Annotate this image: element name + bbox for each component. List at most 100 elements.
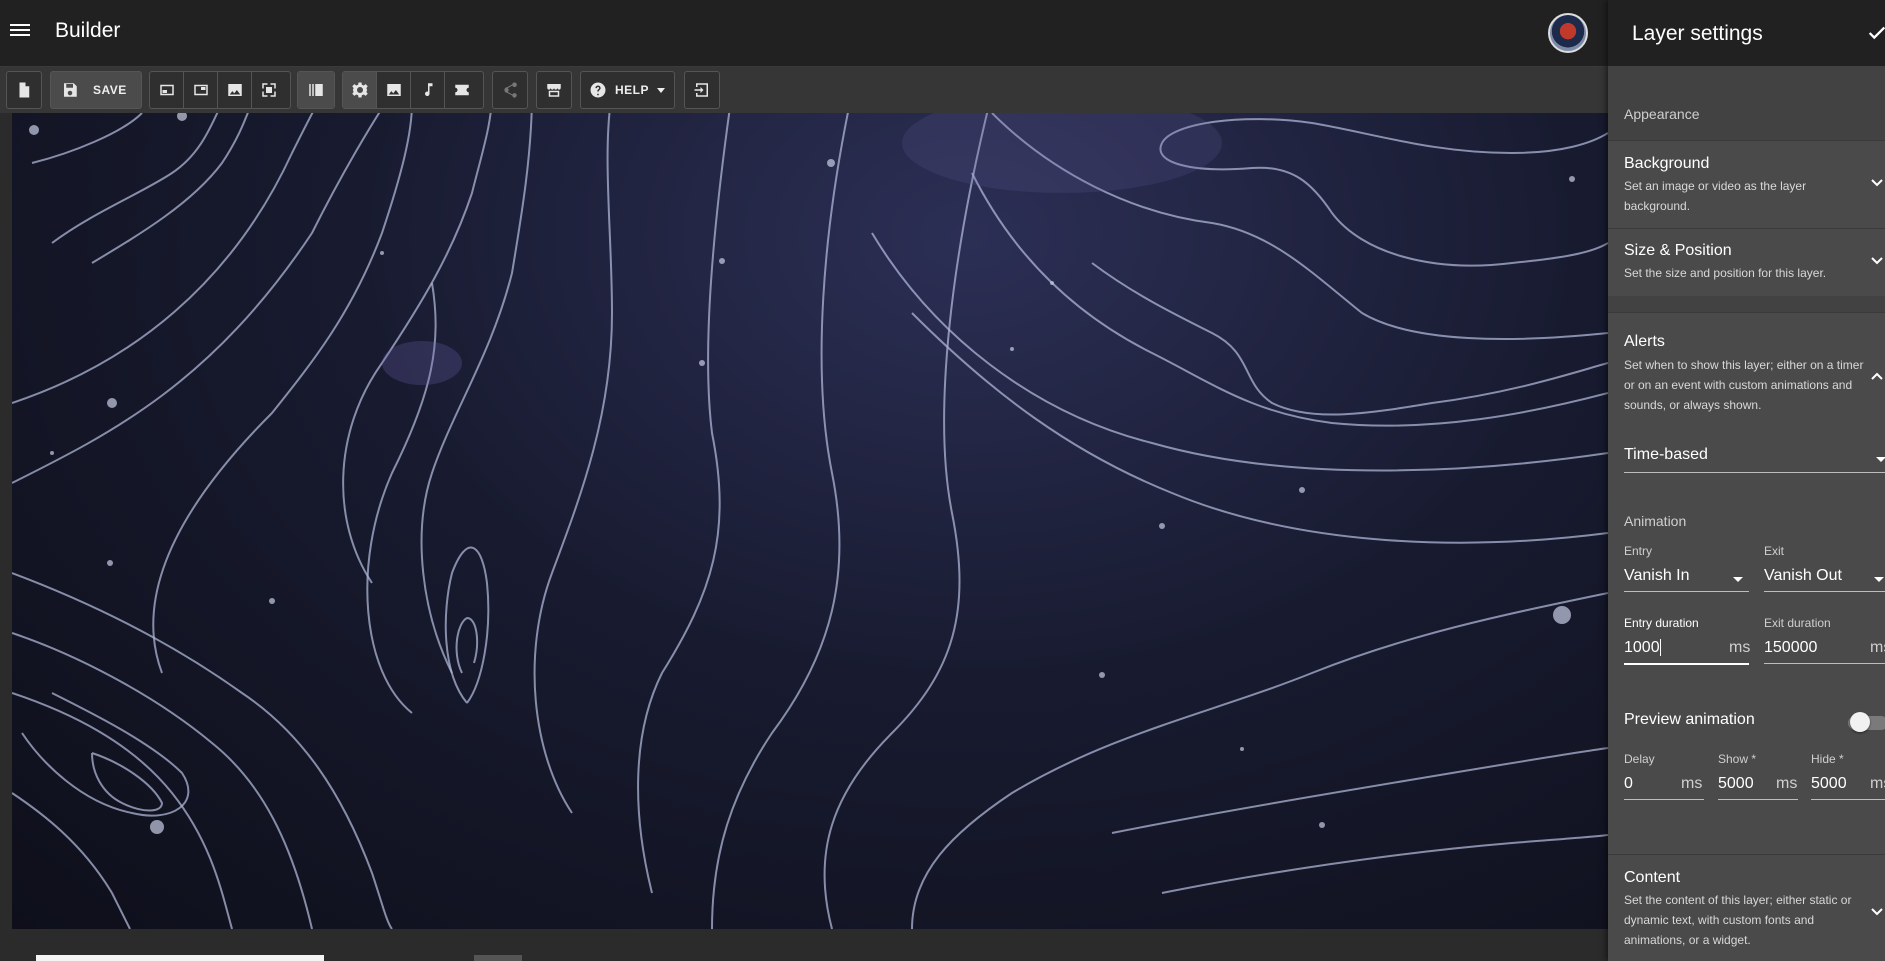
new-file-group	[6, 71, 42, 109]
image-button[interactable]	[218, 72, 252, 108]
size-position-desc: Set the size and position for this layer…	[1624, 266, 1827, 280]
share-group	[492, 71, 528, 109]
entry-duration-label: Entry duration	[1624, 616, 1699, 630]
exit-icon	[694, 83, 708, 97]
hide-input[interactable]: 5000	[1811, 775, 1847, 793]
help-button[interactable]: HELP	[580, 71, 675, 109]
store-group	[536, 71, 572, 109]
library-button[interactable]	[298, 72, 334, 108]
alerts-title: Alerts	[1624, 333, 1665, 350]
layout-button-1[interactable]	[150, 72, 184, 108]
entry-duration-input[interactable]: 1000	[1624, 639, 1661, 657]
entry-label: Entry	[1624, 544, 1653, 558]
alert-mode-select[interactable]: Time-based	[1624, 446, 1708, 464]
settings-icon	[351, 82, 368, 98]
new-file-icon	[19, 82, 30, 98]
layout-button-2[interactable]	[184, 72, 218, 108]
preview-animation-label: Preview animation	[1624, 711, 1755, 728]
entry-underline	[1624, 591, 1749, 592]
exit-group	[684, 71, 720, 109]
entry-select[interactable]: Vanish In	[1624, 567, 1690, 585]
image-icon	[227, 84, 242, 96]
background-section[interactable]: Background Set an image or video as the …	[1608, 140, 1885, 228]
exit-duration-unit: ms	[1870, 639, 1885, 656]
chevron-up-icon[interactable]	[1870, 369, 1884, 383]
check-icon[interactable]	[1866, 22, 1885, 44]
library-icon	[309, 84, 323, 96]
text-cursor	[1659, 639, 1661, 657]
caret-down-icon	[1874, 577, 1884, 582]
exit-select[interactable]: Vanish Out	[1764, 567, 1842, 585]
show-unit: ms	[1776, 775, 1798, 792]
share-button[interactable]	[493, 72, 527, 108]
delay-input[interactable]: 0	[1624, 775, 1633, 793]
content-section[interactable]: Content Set the content of this layer; e…	[1608, 854, 1885, 961]
delay-label: Delay	[1624, 752, 1655, 766]
top-app-bar: Builder	[0, 0, 1608, 67]
save-icon	[64, 83, 77, 97]
size-position-section[interactable]: Size & Position Set the size and positio…	[1608, 228, 1885, 296]
alerts-desc: Set when to show this layer; either on a…	[1624, 358, 1864, 412]
background-desc: Set an image or video as the layer backg…	[1624, 179, 1807, 213]
effects-button[interactable]	[445, 72, 479, 108]
fullscreen-button[interactable]	[252, 72, 286, 108]
music-icon	[424, 83, 432, 97]
tools-group	[342, 71, 484, 109]
music-button[interactable]	[411, 72, 445, 108]
layer-settings-panel: Layer settings Appearance Background Set…	[1608, 0, 1885, 961]
caret-down-icon	[657, 87, 666, 93]
new-file-button[interactable]	[7, 72, 41, 108]
exit-duration-input[interactable]: 150000	[1764, 639, 1817, 657]
entry-duration-unit: ms	[1729, 639, 1751, 656]
content-desc: Set the content of this layer; either st…	[1624, 893, 1852, 947]
save-label: SAVE	[93, 83, 127, 97]
store-button[interactable]	[537, 72, 571, 108]
chevron-down-icon[interactable]	[1870, 254, 1884, 268]
user-avatar[interactable]	[1548, 13, 1588, 53]
alerts-section: Alerts Set when to show this layer; eith…	[1608, 312, 1885, 912]
entry-duration-underline	[1624, 663, 1749, 665]
layout-icon	[159, 84, 174, 96]
show-label: Show *	[1718, 752, 1757, 766]
topographic-background-image	[12, 113, 1608, 929]
fullscreen-icon	[262, 83, 276, 97]
hide-label: Hide *	[1811, 752, 1844, 766]
hide-underline	[1811, 799, 1885, 800]
appearance-label: Appearance	[1624, 106, 1700, 122]
menu-icon[interactable]	[10, 21, 30, 41]
caret-down-icon	[1876, 457, 1885, 462]
animation-label: Animation	[1624, 513, 1687, 529]
save-button[interactable]: SAVE	[50, 71, 142, 109]
chevron-down-icon[interactable]	[1870, 176, 1884, 190]
background-title: Background	[1624, 155, 1710, 172]
preview-toggle[interactable]	[1850, 712, 1870, 732]
help-label: HELP	[615, 83, 650, 97]
media-button[interactable]	[377, 72, 411, 108]
entry-duration-value: 1000	[1624, 639, 1660, 656]
panel-header: Layer settings	[1608, 0, 1885, 66]
hide-unit: ms	[1870, 775, 1885, 792]
star-icon	[455, 84, 469, 96]
exit-duration-label: Exit duration	[1764, 616, 1831, 630]
content-title: Content	[1624, 869, 1681, 886]
layout-icon	[193, 84, 208, 96]
scrollbar[interactable]	[474, 955, 522, 961]
app-title: Builder	[55, 19, 121, 42]
layer-canvas[interactable]	[12, 113, 1608, 929]
delay-unit: ms	[1681, 775, 1703, 792]
library-group	[297, 71, 335, 109]
size-position-title: Size & Position	[1624, 242, 1732, 259]
layer-thumbnail[interactable]	[36, 955, 324, 961]
panel-title: Layer settings	[1632, 22, 1763, 45]
alert-mode-underline	[1624, 472, 1885, 473]
editor-toolbar: SAVE HELP	[0, 67, 1608, 113]
image-icon	[386, 84, 401, 96]
exit-duration-underline	[1764, 663, 1885, 664]
delay-underline	[1624, 799, 1704, 800]
chevron-down-icon[interactable]	[1870, 905, 1884, 919]
panel-body: Appearance Background Set an image or vi…	[1608, 66, 1885, 961]
store-icon	[547, 84, 561, 97]
show-input[interactable]: 5000	[1718, 775, 1754, 793]
exit-button[interactable]	[685, 72, 719, 108]
settings-button[interactable]	[343, 72, 377, 108]
